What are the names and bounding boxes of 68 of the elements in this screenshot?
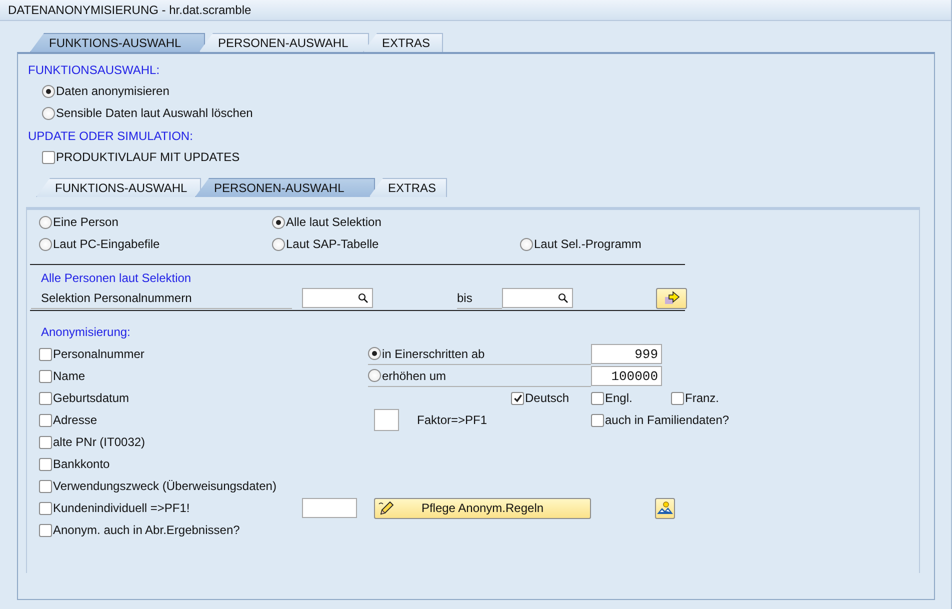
option-label: erhöhen um [382,368,446,382]
checkbox[interactable] [511,392,524,404]
checkbox-label: Kundenindividuell =>PF1! [53,501,190,515]
checkbox[interactable] [39,414,52,426]
checkbox-label: Franz. [685,391,720,405]
input-field[interactable]: 100000 [591,366,662,386]
section-heading: Anonymisierung: [41,324,132,340]
checkbox[interactable] [39,502,52,514]
tab[interactable]: PERSONEN-AUSWAHL [195,178,375,197]
search-icon[interactable] [358,293,368,303]
radio-button[interactable] [42,84,55,98]
checkbox-label: Personalnummer [53,347,144,361]
input-field[interactable] [374,409,399,431]
radio-option[interactable]: erhöhen um [368,368,446,382]
radio-button[interactable] [272,216,285,228]
checkbox[interactable] [591,414,604,426]
section-heading: FUNKTIONSAUSWAHL: [28,62,161,78]
tab[interactable]: EXTRAS [363,33,443,52]
checkbox-label: auch in Familiendaten? [605,413,730,427]
pencil-icon [378,500,394,516]
tab[interactable]: PERSONEN-AUSWAHL [199,33,369,52]
field-label: Selektion Personalnummern [31,288,292,308]
checkbox-label: Engl. [605,391,632,405]
checkbox[interactable] [39,370,52,382]
checkbox[interactable] [39,458,52,470]
search-icon[interactable] [558,293,568,303]
section-heading: UPDATE ODER SIMULATION: [28,128,194,144]
checkbox-label: Bankkonto [53,457,110,471]
field-label: Faktor=>PF1 [417,413,488,427]
input-field[interactable] [502,288,573,308]
checkbox-label: Verwendungszweck (Überweisungsdaten) [53,479,276,493]
radio-button[interactable] [368,347,381,360]
window-title: DATENANONYMISIERUNG - hr.dat.scramble [0,0,951,21]
tab[interactable]: FUNKTIONS-AUSWAHL [36,178,201,197]
input-field[interactable] [302,498,357,518]
image-button[interactable] [655,498,675,518]
tab[interactable]: EXTRAS [369,178,447,197]
checkbox[interactable] [39,348,52,360]
section-heading: Alle Personen laut Selektion [41,270,192,286]
arrow-icon [664,291,680,305]
option-label: Eine Person [53,215,118,229]
checkbox[interactable] [39,392,52,404]
radio-option[interactable]: Eine Person [39,215,118,229]
radio-button[interactable] [42,106,55,120]
radio-button[interactable] [39,238,52,250]
input-field[interactable] [302,288,373,308]
checkbox-label: PRODUKTIVLAUF MIT UPDATES [56,150,240,164]
mountain-sun-icon [656,501,674,515]
execute-button[interactable] [656,288,687,308]
checkbox[interactable] [671,392,684,404]
checkbox[interactable] [39,480,52,492]
checkbox[interactable] [42,150,55,164]
radio-button[interactable] [520,238,533,250]
radio-button[interactable] [368,369,381,382]
checkbox-label: Deutsch [525,391,570,405]
input-field[interactable]: 999 [591,344,662,364]
radio-button[interactable] [39,216,52,228]
radio-button[interactable] [272,238,285,250]
checkbox-label: Anonym. auch in Abr.Ergebnissen? [53,523,240,537]
checkbox-label: Name [53,369,86,383]
checkbox-label: Geburtsdatum [53,391,130,405]
rules-button[interactable]: Pflege Anonym.Regeln [374,498,591,518]
tab[interactable]: FUNKTIONS-AUSWAHL [30,33,205,52]
checkbox-label: Adresse [53,413,98,427]
checkbox[interactable] [591,392,604,404]
checkbox[interactable] [39,524,52,536]
checkbox[interactable] [39,436,52,448]
checkbox-label: alte PNr (IT0032) [53,435,146,449]
